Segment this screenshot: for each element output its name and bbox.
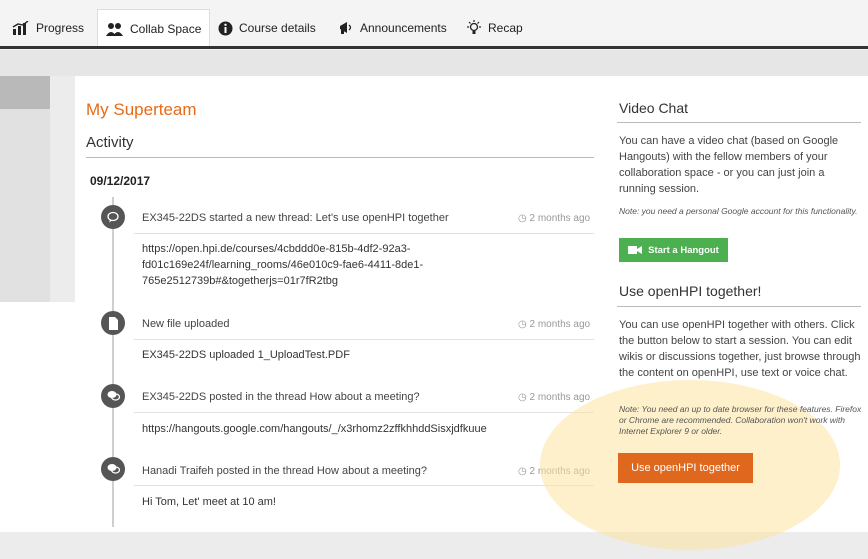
activity-file-link[interactable]: EX345-22DS uploaded 1_UploadTest.PDF <box>142 347 350 363</box>
tab-label: Progress <box>36 21 85 35</box>
video-chat-description: You can have a video chat (based on Goog… <box>619 135 839 195</box>
video-chat-note: Note: you need a personal Google account… <box>619 206 858 216</box>
tab-progress[interactable]: Progress <box>12 10 84 46</box>
file-icon <box>101 311 125 335</box>
tab-bar-underline <box>0 46 868 49</box>
use-together-description: You can use openHPI together with others… <box>619 319 861 379</box>
tab-label: Collab Space <box>130 21 202 36</box>
comment-icon <box>101 205 125 229</box>
start-hangout-label: Start a Hangout <box>648 244 719 256</box>
activity-message: Hi Tom, Let' meet at 10 am! <box>142 496 276 508</box>
activity-divider <box>134 412 594 413</box>
tab-recap[interactable]: Recap <box>466 10 523 46</box>
clock-icon: ◷ <box>518 466 530 477</box>
comments-icon <box>101 457 125 481</box>
use-together-divider <box>617 306 861 307</box>
activity-time: ◷ 2 months ago <box>518 213 591 224</box>
group-title: My Superteam <box>86 100 197 119</box>
video-camera-icon <box>628 245 643 255</box>
users-icon <box>106 22 124 36</box>
megaphone-icon <box>338 20 354 36</box>
activity-divider <box>134 233 594 234</box>
activity-headline: EX345-22DS started a new thread: Let's u… <box>142 212 449 224</box>
use-together-title: Use openHPI together! <box>619 283 762 299</box>
activity-thread-link[interactable]: https://open.hpi.de/courses/4cbddd0e-815… <box>142 241 423 289</box>
activity-time: ◷ 2 months ago <box>518 392 591 403</box>
video-chat-title: Video Chat <box>619 100 689 116</box>
tab-label: Announcements <box>360 21 447 35</box>
use-openhpi-together-button[interactable]: Use openHPI together <box>618 453 753 483</box>
page-header-strip <box>0 50 868 76</box>
tab-collab-space[interactable]: Collab Space <box>97 9 211 47</box>
tab-course-details[interactable]: Course details <box>218 10 316 46</box>
clock-icon: ◷ <box>518 392 530 403</box>
video-chat-divider <box>617 122 861 123</box>
start-hangout-button[interactable]: Start a Hangout <box>619 238 728 262</box>
info-icon <box>218 21 233 36</box>
sidebar-lower-area <box>0 302 75 532</box>
activity-divider <box>86 157 594 158</box>
use-together-note: Note: You need an up to date browser for… <box>619 404 862 436</box>
bar-chart-icon <box>12 21 30 35</box>
clock-icon: ◷ <box>518 319 530 330</box>
activity-headline: EX345-22DS posted in the thread How abou… <box>142 391 420 403</box>
sidebar-header <box>0 76 50 109</box>
activity-divider <box>134 339 594 340</box>
tab-label: Course details <box>239 21 316 35</box>
activity-divider <box>134 485 594 486</box>
activity-date: 09/12/2017 <box>90 174 151 188</box>
activity-headline: New file uploaded <box>142 318 230 330</box>
activity-time: ◷ 2 months ago <box>518 319 591 330</box>
activity-hangout-link[interactable]: https://hangouts.google.com/hangouts/_/x… <box>142 421 487 437</box>
tab-announcements[interactable]: Announcements <box>338 10 447 46</box>
sidebar-panel <box>0 109 50 302</box>
clock-icon: ◷ <box>518 213 530 224</box>
activity-headline: Hanadi Traifeh posted in the thread How … <box>142 465 427 477</box>
activity-heading: Activity <box>86 134 134 151</box>
comments-icon <box>101 384 125 408</box>
lightbulb-icon <box>466 20 482 36</box>
tab-label: Recap <box>488 21 523 35</box>
